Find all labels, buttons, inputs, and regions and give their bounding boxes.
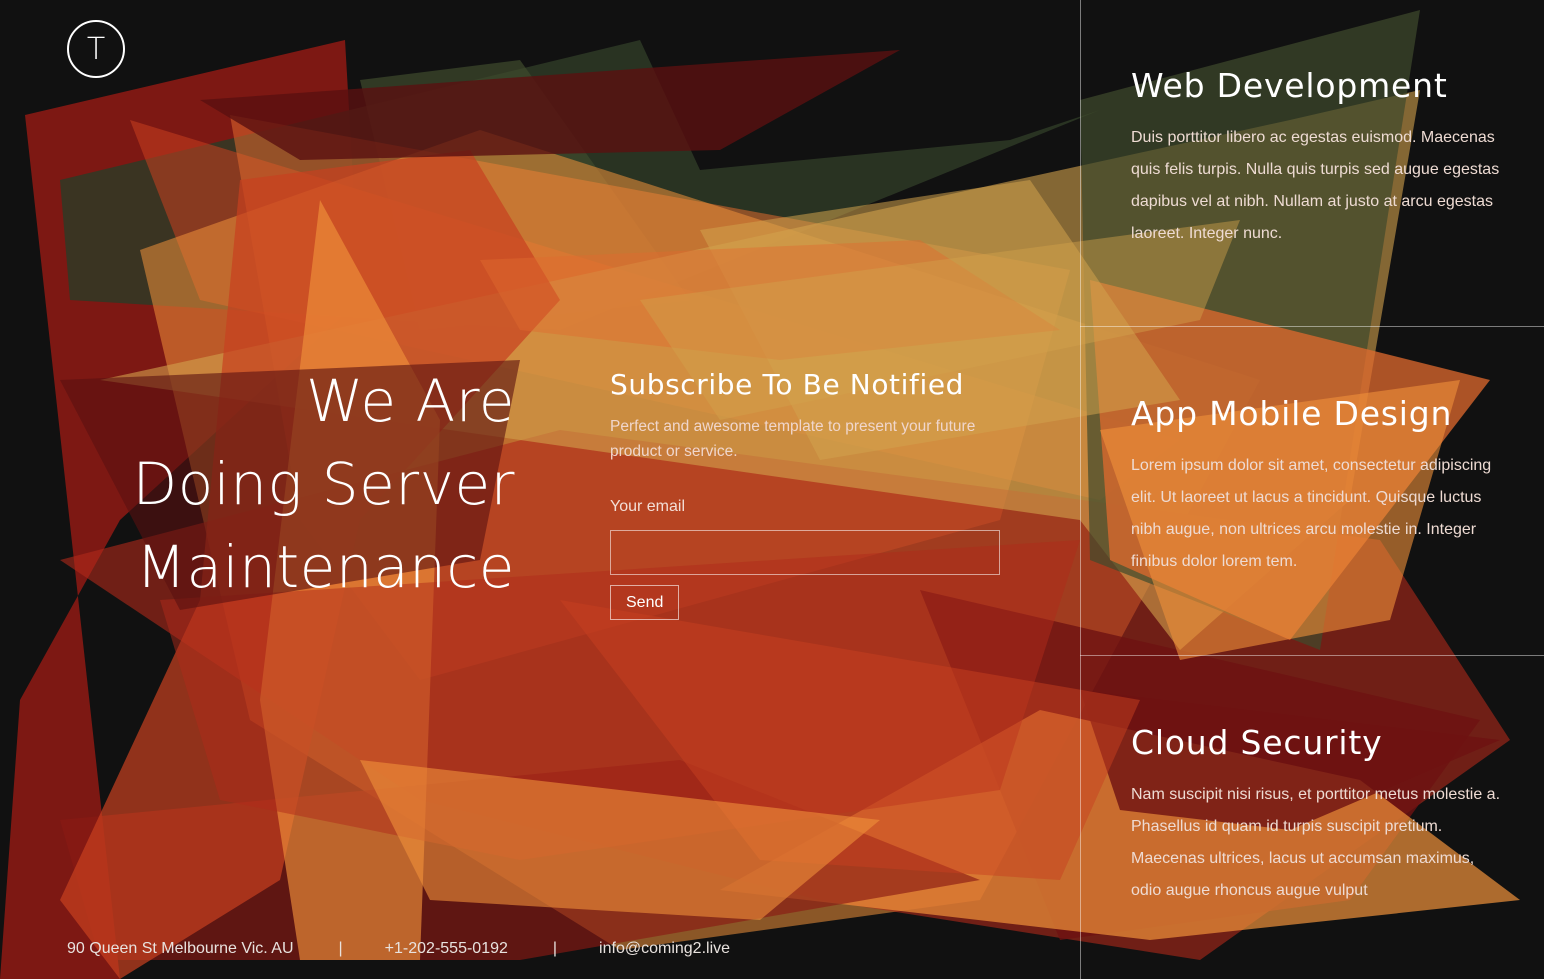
service-divider	[1080, 655, 1544, 656]
service-app-mobile-design: App Mobile Design Lorem ipsum dolor sit …	[1131, 392, 1511, 578]
service-title: Cloud Security	[1131, 723, 1383, 762]
headline-line-1: We Are	[305, 367, 515, 435]
footer-address: 90 Queen St Melbourne Vic. AU	[67, 940, 294, 957]
service-text: Nam suscipit nisi risus, et porttitor me…	[1131, 786, 1501, 899]
headline-line-3: Maintenance	[135, 533, 515, 601]
footer-separator: |	[338, 940, 343, 957]
service-title: App Mobile Design	[1131, 394, 1453, 433]
footer-email-link[interactable]: info@coming2.live	[599, 940, 730, 958]
subscribe-description: Perfect and awesome template to present …	[610, 418, 976, 460]
subscribe-title: Subscribe To Be Notified	[610, 368, 965, 401]
service-web-development: Web Development Duis porttitor libero ac…	[1131, 64, 1511, 250]
send-button[interactable]: Send	[610, 585, 680, 620]
service-divider	[1080, 326, 1544, 327]
column-divider	[1080, 0, 1081, 979]
service-text: Duis porttitor libero ac egestas euismod…	[1131, 129, 1500, 242]
service-title: Web Development	[1131, 66, 1448, 105]
footer-contact: 90 Queen St Melbourne Vic. AU | +1-202-5…	[67, 940, 730, 958]
page-headline: We Are Doing Server Maintenance	[60, 360, 515, 609]
service-text: Lorem ipsum dolor sit amet, consectetur …	[1131, 457, 1492, 570]
service-cloud-security: Cloud Security Nam suscipit nisi risus, …	[1131, 721, 1511, 907]
subscribe-form: Subscribe To Be Notified Perfect and awe…	[610, 366, 1010, 620]
logo-icon[interactable]: T	[67, 20, 125, 78]
footer-separator: |	[552, 940, 558, 957]
email-input[interactable]	[610, 530, 1000, 575]
email-label: Your email	[610, 498, 686, 515]
footer-phone-link[interactable]: +1-202-555-0192	[385, 940, 508, 958]
headline-line-2: Doing Server	[132, 450, 515, 518]
